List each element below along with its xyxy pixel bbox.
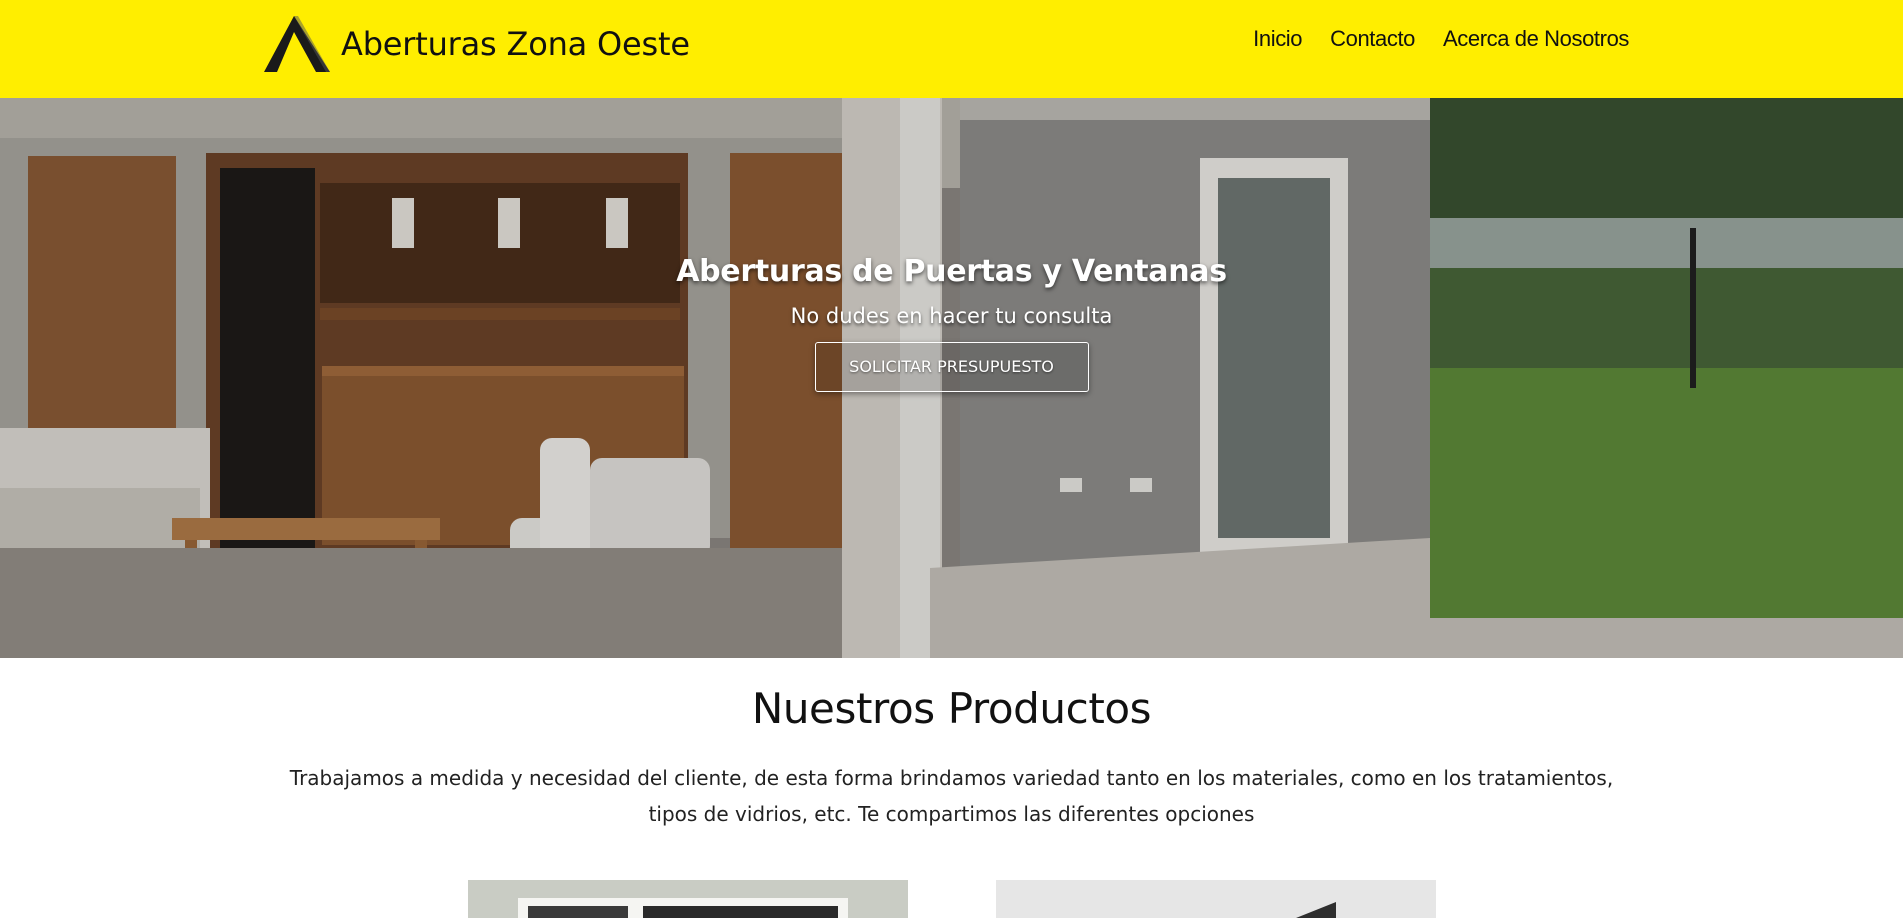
product-image: [468, 880, 908, 918]
nav-link-contacto[interactable]: Contacto: [1330, 26, 1415, 52]
products-description: Trabajamos a medida y necesidad del clie…: [289, 766, 1614, 826]
hero-content: Aberturas de Puertas y Ventanas No dudes…: [0, 254, 1903, 392]
site-header: Aberturas Zona Oeste Inicio Contacto Ace…: [0, 0, 1903, 98]
nav-link-acerca[interactable]: Acerca de Nosotros: [1443, 26, 1629, 52]
page: Aberturas Zona Oeste Inicio Contacto Ace…: [0, 0, 1903, 918]
triangle-logo-icon: [264, 16, 330, 72]
product-image: [996, 880, 1436, 918]
request-quote-button[interactable]: SOLICITAR PRESUPUESTO: [814, 342, 1089, 392]
hero-subtitle: No dudes en hacer tu consulta: [790, 304, 1113, 328]
brand-logo-link[interactable]: Aberturas Zona Oeste: [264, 16, 690, 72]
products-title: Nuestros Productos: [751, 684, 1152, 733]
main-nav: Inicio Contacto Acerca de Nosotros: [1253, 26, 1629, 52]
product-card[interactable]: [468, 880, 908, 918]
hero-title: Aberturas de Puertas y Ventanas: [676, 254, 1227, 289]
hero-section: Aberturas de Puertas y Ventanas No dudes…: [0, 98, 1903, 658]
nav-link-inicio[interactable]: Inicio: [1253, 26, 1302, 52]
product-card[interactable]: [996, 880, 1436, 918]
brand-name: Aberturas Zona Oeste: [341, 25, 690, 63]
